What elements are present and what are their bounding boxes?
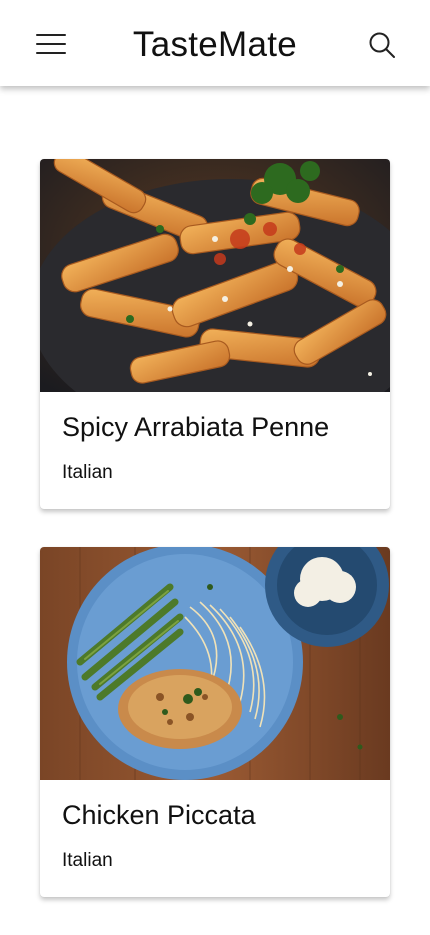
- recipe-image-pasta: [40, 159, 390, 439]
- recipe-cuisine: Italian: [62, 850, 113, 871]
- recipe-title: Chicken Piccata: [62, 800, 256, 830]
- top-app-bar: TasteMate: [0, 0, 430, 86]
- recipe-image-chicken-piccata: [40, 547, 390, 780]
- recipe-title: Spicy Arrabiata Penne: [62, 412, 330, 442]
- recipe-card[interactable]: Chicken Piccata Italian: [40, 547, 390, 897]
- recipe-cuisine: Italian: [62, 462, 113, 483]
- recipe-feed: Spicy Arrabiata Penne Italian Chicken Pi…: [40, 159, 390, 935]
- recipe-card[interactable]: Spicy Arrabiata Penne Italian: [40, 159, 390, 509]
- app-title: TasteMate: [132, 25, 298, 64]
- search-icon[interactable]: [368, 31, 396, 59]
